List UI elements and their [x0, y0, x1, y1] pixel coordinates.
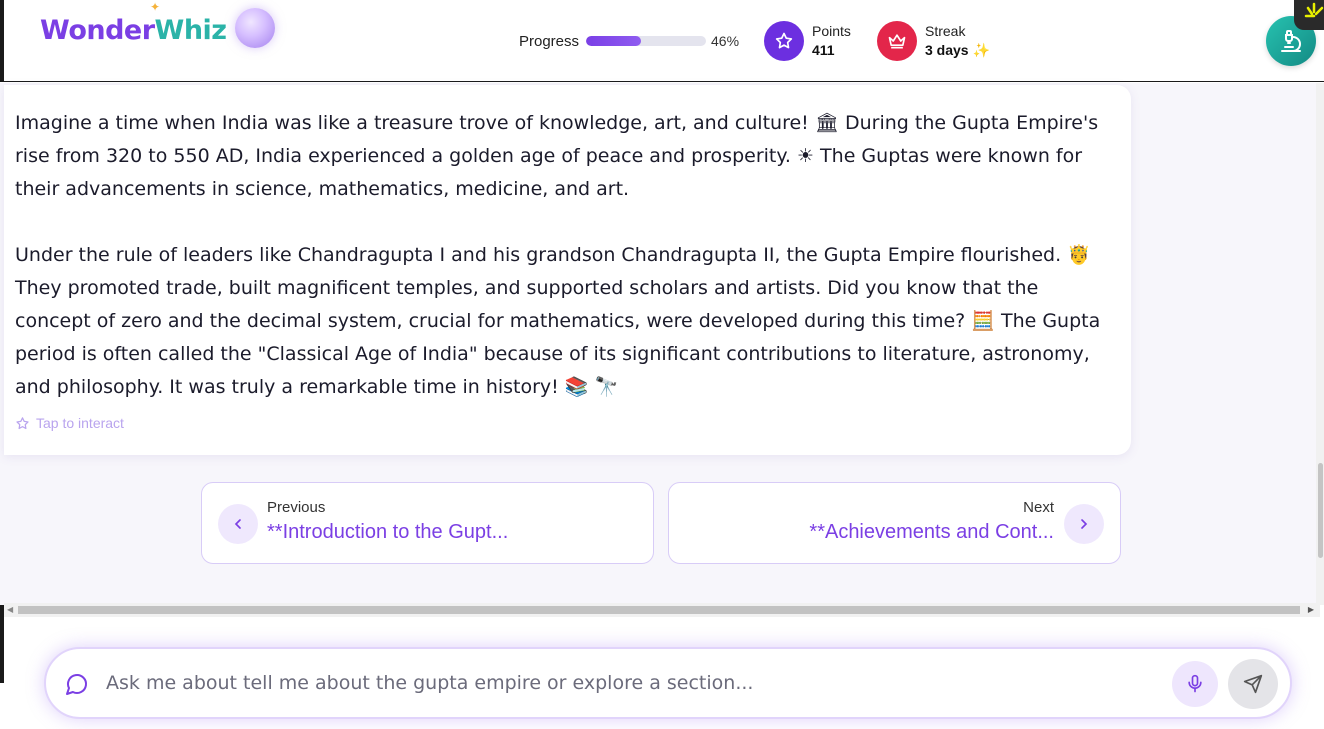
previous-title: **Introduction to the Gupt... — [267, 521, 509, 543]
crown-icon — [877, 21, 917, 61]
app-header: WonderWhiz ✦ Progress 46% Points 411 Str… — [0, 0, 1324, 82]
previous-label: Previous — [267, 499, 326, 516]
progress-percent: 46% — [711, 33, 740, 49]
next-title: **Achievements and Cont... — [809, 521, 1054, 543]
streak-value: 3 days ✨ — [925, 42, 990, 58]
horizontal-scrollbar[interactable]: ◀ ▶ — [4, 603, 1320, 617]
logo-orb-icon — [234, 8, 275, 48]
logo[interactable]: WonderWhiz ✦ — [40, 0, 275, 48]
sparkle-icon: ✦ — [150, 0, 161, 14]
progress-label: Progress — [519, 33, 580, 50]
chat-input[interactable] — [106, 663, 1166, 703]
progress-fill — [586, 36, 642, 46]
next-label: Next — [1023, 499, 1054, 516]
lesson-card[interactable]: Imagine a time when India was like a tre… — [4, 85, 1131, 455]
vertical-scroll-thumb[interactable] — [1318, 463, 1323, 558]
lesson-paragraph-2: Under the rule of leaders like Chandragu… — [15, 244, 1101, 398]
chevron-right-icon — [1064, 504, 1104, 544]
chevron-left-icon — [218, 504, 258, 544]
vertical-scrollbar[interactable] — [1316, 83, 1324, 605]
streak-stat: Streak 3 days ✨ — [877, 21, 990, 61]
lesson-paragraph-1: Imagine a time when India was like a tre… — [15, 112, 1099, 200]
scroll-right-icon[interactable]: ▶ — [1308, 605, 1314, 614]
tap-to-interact[interactable]: Tap to interact — [15, 415, 124, 431]
chat-bar — [44, 647, 1292, 719]
horizontal-scroll-thumb[interactable] — [18, 606, 1300, 614]
scroll-left-icon[interactable]: ◀ — [7, 605, 13, 614]
previous-section-button[interactable]: Previous **Introduction to the Gupt... — [201, 482, 654, 564]
progress-bar — [586, 36, 706, 46]
star-icon — [764, 21, 804, 61]
microphone-icon — [1188, 674, 1202, 693]
points-label: Points — [812, 23, 851, 39]
chat-bubble-icon — [66, 674, 87, 695]
sparkle-icon: ✨ — [972, 42, 990, 58]
logo-text: WonderWhiz — [40, 14, 227, 46]
send-button[interactable] — [1228, 659, 1278, 709]
lesson-content[interactable]: Imagine a time when India was like a tre… — [0, 83, 1324, 605]
corner-badge — [1294, 0, 1324, 30]
microphone-button[interactable] — [1172, 661, 1218, 707]
points-stat: Points 411 — [764, 21, 851, 61]
star-outline-icon — [16, 416, 29, 429]
next-section-button[interactable]: Next **Achievements and Cont... — [668, 482, 1121, 564]
send-icon — [1243, 674, 1263, 694]
points-value: 411 — [812, 42, 835, 58]
tap-hint-label: Tap to interact — [36, 415, 124, 431]
streak-label: Streak — [925, 23, 966, 39]
